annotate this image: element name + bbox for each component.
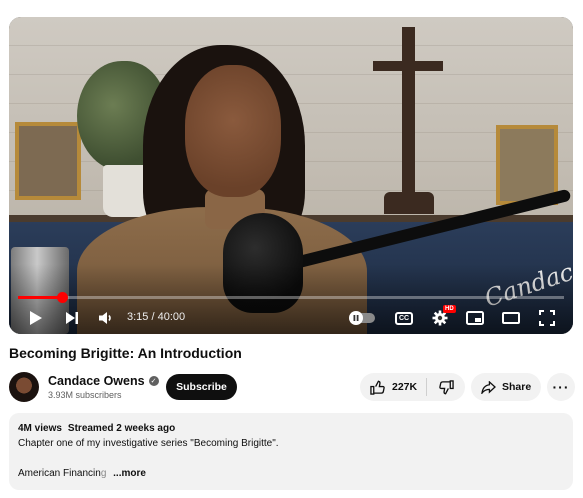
hd-badge: HD — [443, 305, 456, 313]
share-icon — [481, 380, 496, 394]
description-text: Chapter one of my investigative series "… — [18, 438, 279, 449]
channel-avatar[interactable] — [9, 372, 39, 402]
share-button[interactable]: Share — [471, 373, 541, 401]
video-title: Becoming Brigitte: An Introduction — [9, 345, 242, 361]
like-count: 227K — [392, 381, 418, 393]
miniplayer-button[interactable] — [464, 307, 486, 329]
subscribe-button[interactable]: Subscribe — [166, 374, 237, 400]
channel-name: Candace Owens — [48, 374, 145, 388]
thumbs-down-icon — [438, 379, 454, 394]
thumbs-up-icon — [370, 380, 385, 395]
next-icon — [66, 312, 78, 324]
like-button[interactable]: 227K — [360, 373, 426, 401]
volume-icon — [99, 312, 111, 324]
pause-icon — [353, 315, 359, 321]
captions-button[interactable]: CC — [393, 307, 415, 329]
more-icon: ··· — [552, 379, 570, 395]
view-count: 4M views — [18, 423, 62, 434]
video-player[interactable]: Candace 3:15 / 40:00 CC HD — [9, 17, 573, 334]
volume-button[interactable] — [95, 307, 117, 329]
scene-crucifix — [402, 27, 415, 202]
theater-icon — [502, 312, 520, 324]
progress-bar[interactable] — [18, 292, 564, 303]
channel-name-link[interactable]: Candace Owens ✓ — [48, 374, 159, 388]
time-display: 3:15 / 40:00 — [127, 311, 186, 323]
subscriber-count: 3.93M subscribers — [48, 390, 122, 400]
verified-icon: ✓ — [148, 376, 159, 386]
play-button[interactable] — [25, 307, 47, 329]
scene-picture-frame — [15, 122, 81, 200]
dislike-button[interactable] — [427, 373, 465, 401]
theater-mode-button[interactable] — [500, 307, 522, 329]
description-box[interactable]: 4M views Streamed 2 weeks ago Chapter one… — [9, 413, 573, 490]
next-button[interactable] — [61, 307, 83, 329]
description-stats: 4M views Streamed 2 weeks ago — [18, 423, 181, 434]
like-dislike-group: 227K — [360, 373, 465, 401]
share-label: Share — [502, 381, 532, 393]
captions-icon: CC — [395, 311, 413, 325]
fullscreen-icon — [539, 310, 555, 326]
scrubber-handle[interactable] — [56, 292, 68, 303]
more-actions-button[interactable]: ··· — [547, 373, 575, 401]
description-text-truncated: American Financing ...more — [18, 468, 146, 479]
play-icon — [30, 311, 42, 325]
video-frame: Candace — [9, 17, 573, 334]
fullscreen-button[interactable] — [536, 307, 558, 329]
autoplay-knob — [349, 311, 363, 325]
miniplayer-icon — [466, 311, 484, 325]
stream-date: Streamed 2 weeks ago — [67, 423, 176, 434]
progress-played — [18, 296, 62, 299]
autoplay-toggle[interactable] — [349, 311, 375, 325]
show-more-link[interactable]: ...more — [113, 468, 146, 479]
